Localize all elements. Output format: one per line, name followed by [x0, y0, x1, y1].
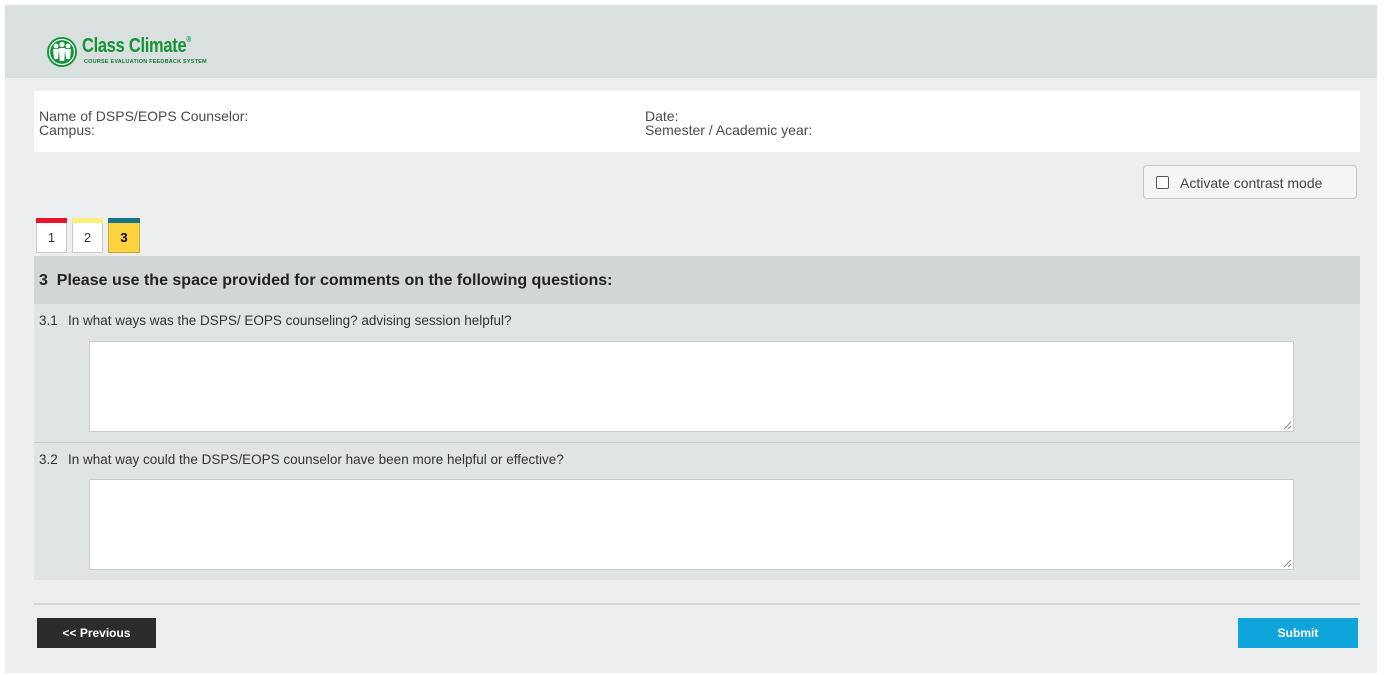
question-block: 3.1 In what ways was the DSPS/ EOPS coun… — [34, 304, 1360, 442]
contrast-mode-checkbox[interactable] — [1156, 176, 1169, 189]
date-label: Date: — [645, 108, 679, 124]
section-title: 3 Please use the space provided for comm… — [39, 272, 613, 289]
question-number: 3.1 — [39, 313, 58, 328]
comment-textarea[interactable] — [89, 341, 1294, 432]
page-tab-2[interactable]: 2 — [72, 218, 103, 253]
comment-textarea[interactable] — [89, 479, 1294, 570]
footer-divider — [34, 603, 1360, 605]
tab-number: 1 — [47, 230, 56, 245]
semester-label: Semester / Academic year: — [645, 122, 813, 138]
question-number: 3.2 — [39, 452, 58, 467]
campus-label: Campus: — [39, 122, 96, 138]
question-text: In what way could the DSPS/EOPS counselo… — [68, 452, 564, 467]
tab-number: 3 — [120, 230, 128, 245]
tab-number: 2 — [83, 230, 92, 245]
previous-button[interactable]: << Previous — [37, 618, 156, 648]
contrast-mode-toggle[interactable]: Activate contrast mode — [1143, 165, 1357, 199]
logo-tagline: COURSE EVALUATION FEEDBACK SYSTEM — [84, 59, 207, 65]
counselor-label: Name of DSPS/EOPS Counselor: — [39, 108, 249, 124]
contrast-mode-label: Activate contrast mode — [1180, 175, 1323, 191]
section-header: 3 Please use the space provided for comm… — [34, 256, 1360, 304]
survey-info-panel: Name of DSPS/EOPS Counselor: Campus: Dat… — [34, 91, 1360, 152]
people-globe-icon — [47, 37, 77, 67]
survey-page: Class Climate® COURSE EVALUATION FEEDBAC… — [5, 5, 1377, 673]
tab-color-bar — [108, 218, 140, 223]
resize-grip-icon[interactable] — [1283, 421, 1291, 429]
question-text: In what ways was the DSPS/ EOPS counseli… — [68, 313, 512, 328]
question-block: 3.2 In what way could the DSPS/EOPS coun… — [34, 442, 1360, 580]
page-tab-3[interactable]: 3 — [108, 218, 140, 253]
page-tab-1[interactable]: 1 — [36, 218, 67, 253]
tab-color-bar — [36, 218, 67, 223]
submit-button[interactable]: Submit — [1238, 618, 1358, 648]
tab-color-bar — [72, 218, 103, 223]
resize-grip-icon[interactable] — [1283, 559, 1291, 567]
logo-wordmark: Class Climate® — [82, 35, 191, 57]
app-header: Class Climate® COURSE EVALUATION FEEDBAC… — [5, 5, 1377, 78]
